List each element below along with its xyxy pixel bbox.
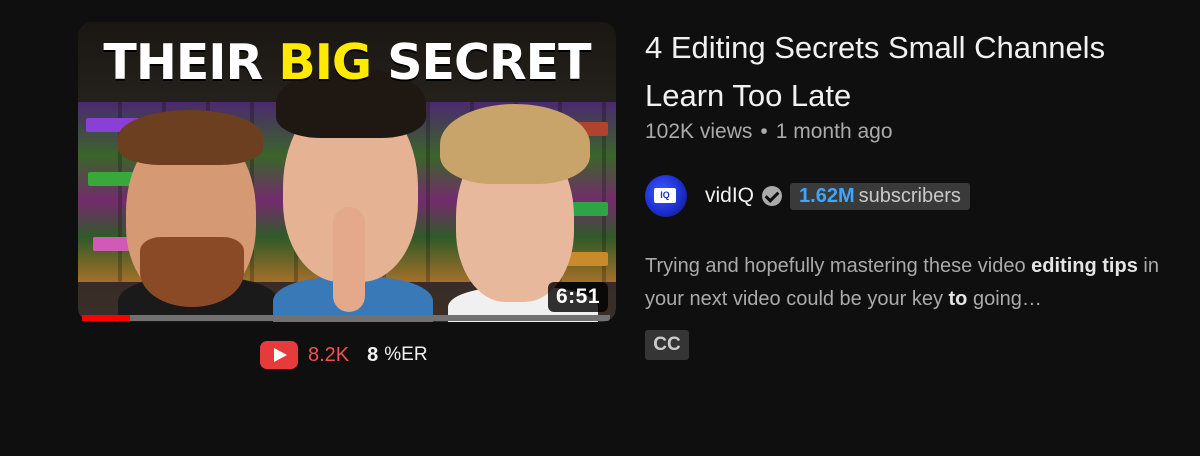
video-title[interactable]: 4 Editing Secrets Small Channels Learn T… xyxy=(645,24,1165,120)
view-count: 102K views xyxy=(645,120,753,143)
description-segment: editing xyxy=(1031,255,1097,277)
closed-captions-badge: CC xyxy=(645,330,689,360)
vidiq-logo-icon: IQ xyxy=(654,188,676,203)
headline-word-highlight: BIG xyxy=(278,34,372,91)
subscriber-label: subscribers xyxy=(858,184,961,207)
person-left-beard xyxy=(140,237,244,307)
engagement-rate-label: %ER xyxy=(384,344,428,365)
subscriber-badge: 1.62M subscribers xyxy=(790,182,970,210)
youtube-play-icon xyxy=(260,341,298,369)
subscriber-count: 1.62M xyxy=(799,184,855,207)
description-segment: Trying and hopefully mastering these vid… xyxy=(645,255,1032,277)
video-thumbnail[interactable]: THEIR BIG SECRET 6:51 xyxy=(78,22,616,322)
upload-age: 1 month ago xyxy=(775,120,893,143)
video-metadata: 102K views • 1 month ago xyxy=(645,120,893,144)
description-segment: tips xyxy=(1102,255,1138,277)
channel-avatar[interactable]: IQ xyxy=(645,175,687,217)
video-duration-badge: 6:51 xyxy=(547,282,608,312)
headline-word: THEIR xyxy=(103,34,263,91)
description-segment: going… xyxy=(967,288,1042,310)
channel-row[interactable]: IQ vidIQ 1.62M subscribers xyxy=(645,175,970,217)
engagement-rate-value: 8 xyxy=(367,343,379,366)
headline-word: SECRET xyxy=(387,34,591,91)
channel-name[interactable]: vidIQ xyxy=(705,184,754,208)
likes-count: 8.2K xyxy=(308,343,350,366)
finger-on-lips-hand xyxy=(333,207,365,312)
verified-check-icon xyxy=(762,186,783,206)
person-left-hair xyxy=(118,110,263,165)
person-right-hair xyxy=(440,104,590,184)
watch-progress-bar xyxy=(82,315,610,321)
description-segment: to xyxy=(948,288,968,310)
video-stats-row: 8.2K 8 %ER xyxy=(260,340,428,370)
video-description: Trying and hopefully mastering these vid… xyxy=(645,250,1165,316)
watch-progress-fill xyxy=(82,315,130,321)
thumbnail-headline: THEIR BIG SECRET xyxy=(78,38,616,87)
metadata-separator: • xyxy=(760,120,768,143)
